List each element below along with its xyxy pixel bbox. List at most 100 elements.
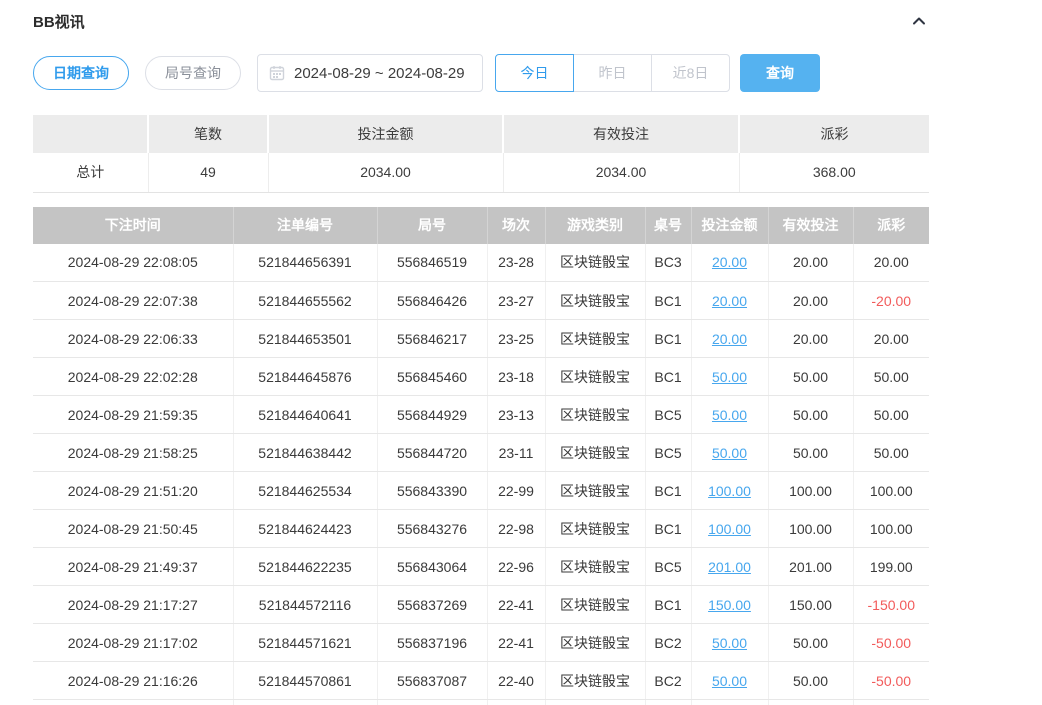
cell-table-no: BC5 [645, 548, 691, 586]
cell-round-id: 556837087 [377, 662, 487, 700]
cell-bet-id: 521844622235 [233, 548, 377, 586]
cell-bet-amount: 50.00 [691, 662, 768, 700]
cell-valid-bet: 20.00 [768, 244, 853, 282]
records-table: 下注时间 注单编号 局号 场次 游戏类别 桌号 投注金额 有效投注 派彩 202… [33, 207, 929, 705]
cell-session: 23-27 [487, 282, 545, 320]
search-button[interactable]: 查询 [740, 54, 820, 92]
bet-amount-link[interactable]: 20.00 [712, 293, 747, 309]
summary-total-valid-bet: 2034.00 [503, 153, 739, 192]
table-row: 2024-08-29 21:51:20521844625534556843390… [33, 472, 929, 510]
cell-bet-id: 521844655562 [233, 282, 377, 320]
cell-payout: 100.00 [853, 472, 929, 510]
cell-session: 22-98 [487, 510, 545, 548]
summary-total-count: 49 [148, 153, 268, 192]
cell-round-id: 556844720 [377, 434, 487, 472]
cell-bet-id: 521844653501 [233, 320, 377, 358]
cell-table-no: BC2 [645, 624, 691, 662]
cell-table-no: BC5 [645, 396, 691, 434]
records-header-row: 下注时间 注单编号 局号 场次 游戏类别 桌号 投注金额 有效投注 派彩 [33, 207, 929, 244]
summary-header-bet-amount: 投注金额 [268, 115, 503, 153]
bet-amount-link[interactable]: 20.00 [712, 254, 747, 270]
cell-round-id: 556837269 [377, 586, 487, 624]
cell-payout: 50.00 [853, 434, 929, 472]
cell-round-id: 556837196 [377, 624, 487, 662]
cell-payout: -20.00 [853, 282, 929, 320]
cell-round-id: 556843276 [377, 510, 487, 548]
cell-valid-bet: 50.00 [768, 358, 853, 396]
chevron-up-icon[interactable] [909, 11, 929, 31]
cell-session: 23-28 [487, 244, 545, 282]
table-row: 2024-08-29 21:50:45521844624423556843276… [33, 510, 929, 548]
cell-table-no: BC2 [645, 662, 691, 700]
cell-payout: 50.00 [853, 396, 929, 434]
cell-game-type: 区块链骰宝 [545, 396, 645, 434]
cell-table-no: BC1 [645, 510, 691, 548]
quick-range-yesterday[interactable]: 昨日 [573, 54, 652, 92]
table-row: 2024-08-29 21:17:27521844572116556837269… [33, 586, 929, 624]
cell-table-no: BC3 [645, 244, 691, 282]
cell-bet-amount: 50.00 [691, 396, 768, 434]
bet-amount-link[interactable]: 50.00 [712, 407, 747, 423]
cell-bet-id: 521844571621 [233, 624, 377, 662]
cell-bet-time: 2024-08-29 22:08:05 [33, 244, 233, 282]
table-row-partial [33, 700, 929, 705]
cell-valid-bet: 150.00 [768, 586, 853, 624]
tab-round-query[interactable]: 局号查询 [145, 56, 241, 90]
bet-amount-link[interactable]: 100.00 [708, 521, 751, 537]
cell-payout: -50.00 [853, 624, 929, 662]
quick-range-last8days[interactable]: 近8日 [651, 54, 730, 92]
bet-amount-link[interactable]: 50.00 [712, 369, 747, 385]
cell-payout: 50.00 [853, 358, 929, 396]
cell-session: 22-40 [487, 662, 545, 700]
cell-valid-bet: 100.00 [768, 510, 853, 548]
bet-amount-link[interactable]: 100.00 [708, 483, 751, 499]
header-table-no: 桌号 [645, 207, 691, 244]
cell-game-type: 区块链骰宝 [545, 510, 645, 548]
cell-bet-id: 521844645876 [233, 358, 377, 396]
quick-range-today[interactable]: 今日 [495, 54, 574, 92]
table-row: 2024-08-29 21:58:25521844638442556844720… [33, 434, 929, 472]
table-row: 2024-08-29 21:59:35521844640641556844929… [33, 396, 929, 434]
cell-bet-id: 521844570861 [233, 662, 377, 700]
cell-bet-time: 2024-08-29 21:17:02 [33, 624, 233, 662]
calendar-icon [269, 65, 285, 81]
bet-amount-link[interactable]: 50.00 [712, 445, 747, 461]
cell-session: 23-11 [487, 434, 545, 472]
header-round-id: 局号 [377, 207, 487, 244]
page-title: BB视讯 [33, 11, 85, 32]
header-bet-amount: 投注金额 [691, 207, 768, 244]
cell-round-id: 556846426 [377, 282, 487, 320]
bet-amount-link[interactable]: 150.00 [708, 597, 751, 613]
cell-bet-time: 2024-08-29 21:49:37 [33, 548, 233, 586]
cell-valid-bet: 100.00 [768, 472, 853, 510]
cell-round-id: 556845460 [377, 358, 487, 396]
cell-table-no: BC1 [645, 586, 691, 624]
summary-header-count: 笔数 [148, 115, 268, 153]
date-range-picker[interactable]: 2024-08-29 ~ 2024-08-29 [257, 54, 483, 92]
cell-bet-id: 521844625534 [233, 472, 377, 510]
cell-session: 22-99 [487, 472, 545, 510]
bet-amount-link[interactable]: 50.00 [712, 673, 747, 689]
cell-round-id: 556846519 [377, 244, 487, 282]
bet-amount-link[interactable]: 20.00 [712, 331, 747, 347]
cell-session: 23-18 [487, 358, 545, 396]
cell-round-id: 556846217 [377, 320, 487, 358]
cell-bet-time: 2024-08-29 21:16:26 [33, 662, 233, 700]
tab-date-query[interactable]: 日期查询 [33, 56, 129, 90]
cell-payout: 20.00 [853, 320, 929, 358]
cell-bet-time: 2024-08-29 21:59:35 [33, 396, 233, 434]
bet-amount-link[interactable]: 201.00 [708, 559, 751, 575]
panel-header: BB视讯 [33, 10, 929, 32]
cell-bet-time: 2024-08-29 21:58:25 [33, 434, 233, 472]
table-row: 2024-08-29 22:07:38521844655562556846426… [33, 282, 929, 320]
cell-valid-bet: 50.00 [768, 434, 853, 472]
cell-bet-id: 521844572116 [233, 586, 377, 624]
cell-payout: 20.00 [853, 244, 929, 282]
header-session: 场次 [487, 207, 545, 244]
cell-game-type: 区块链骰宝 [545, 320, 645, 358]
date-range-value: 2024-08-29 ~ 2024-08-29 [294, 65, 465, 82]
bet-amount-link[interactable]: 50.00 [712, 635, 747, 651]
quick-range-group: 今日 昨日 近8日 [495, 54, 730, 92]
bb-video-panel: BB视讯 日期查询 局号查询 2024-08-29 ~ 2024-08-29 [0, 0, 1042, 705]
cell-bet-time: 2024-08-29 22:06:33 [33, 320, 233, 358]
